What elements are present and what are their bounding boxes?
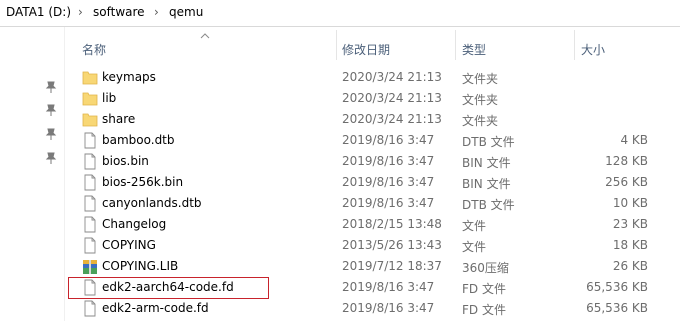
- folder-icon: [82, 113, 98, 127]
- file-date: 2020/3/24 21:13: [342, 70, 442, 84]
- folder-icon: [82, 92, 98, 106]
- file-date: 2019/8/16 3:47: [342, 280, 435, 294]
- file-name: Changelog: [102, 217, 167, 231]
- file-date: 2020/3/24 21:13: [342, 91, 442, 105]
- navigation-pane[interactable]: [0, 27, 65, 321]
- pin-icon[interactable]: [44, 103, 58, 117]
- archive-icon: [83, 260, 97, 274]
- file-date: 2019/8/16 3:47: [342, 175, 435, 189]
- file-date: 2018/2/15 13:48: [342, 217, 442, 231]
- file-size: 65,536 KB: [586, 301, 648, 315]
- file-type: BIN 文件: [462, 156, 511, 170]
- file-size: 26 KB: [612, 259, 648, 273]
- file-name: keymaps: [102, 70, 156, 84]
- sort-ascending-icon: [200, 33, 210, 39]
- folder-icon: [82, 71, 98, 85]
- file-date: 2020/3/24 21:13: [342, 112, 442, 126]
- file-name: COPYING.LIB: [102, 259, 179, 273]
- file-icon: [84, 300, 96, 317]
- file-size: 4 KB: [620, 133, 648, 147]
- breadcrumb-separator[interactable]: ›: [154, 5, 159, 19]
- file-type: FD 文件: [462, 282, 506, 296]
- file-name: bios.bin: [102, 154, 149, 168]
- file-row-lib[interactable]: lib 2020/3/24 21:13 文件夹: [70, 88, 660, 109]
- breadcrumb-qemu[interactable]: qemu: [169, 5, 203, 19]
- file-icon: [84, 174, 96, 191]
- file-icon: [84, 237, 96, 254]
- file-row-share[interactable]: share 2020/3/24 21:13 文件夹: [70, 109, 660, 130]
- file-icon: [84, 195, 96, 212]
- file-type: DTB 文件: [462, 198, 515, 212]
- column-header-name[interactable]: 名称: [82, 41, 106, 58]
- file-type: DTB 文件: [462, 135, 515, 149]
- column-divider[interactable]: [574, 30, 575, 60]
- pin-icon[interactable]: [44, 127, 58, 141]
- breadcrumb-software[interactable]: software: [93, 5, 145, 19]
- file-name: lib: [102, 91, 117, 105]
- column-header-type[interactable]: 类型: [462, 41, 486, 58]
- file-date: 2019/8/16 3:47: [342, 154, 435, 168]
- file-size: 128 KB: [605, 154, 648, 168]
- file-row-edk2-arm-code-fd[interactable]: edk2-arm-code.fd 2019/8/16 3:47 FD 文件 65…: [70, 298, 660, 319]
- file-date: 2019/8/16 3:47: [342, 133, 435, 147]
- file-date: 2019/7/12 18:37: [342, 259, 442, 273]
- highlight-annotation-box: [68, 277, 269, 299]
- column-header-date[interactable]: 修改日期: [342, 41, 390, 58]
- address-bar[interactable]: DATA1 (D:) › software › qemu: [0, 0, 680, 27]
- file-type: 文件夹: [462, 114, 499, 128]
- file-size: 10 KB: [612, 196, 648, 210]
- file-row-bios-bin[interactable]: bios.bin 2019/8/16 3:47 BIN 文件 128 KB: [70, 151, 660, 172]
- file-row-changelog[interactable]: Changelog 2018/2/15 13:48 文件 23 KB: [70, 214, 660, 235]
- file-row-keymaps[interactable]: keymaps 2020/3/24 21:13 文件夹: [70, 67, 660, 88]
- file-icon: [84, 153, 96, 170]
- column-divider[interactable]: [455, 30, 456, 60]
- file-date: 2019/8/16 3:47: [342, 301, 435, 315]
- file-date: 2013/5/26 13:43: [342, 238, 442, 252]
- file-size: 18 KB: [612, 238, 648, 252]
- file-row-canyonlands-dtb[interactable]: canyonlands.dtb 2019/8/16 3:47 DTB 文件 10…: [70, 193, 660, 214]
- breadcrumb-separator[interactable]: ›: [78, 5, 83, 19]
- file-date: 2019/8/16 3:47: [342, 196, 435, 210]
- file-name: COPYING: [102, 238, 156, 252]
- file-icon: [84, 132, 96, 149]
- file-row-copying[interactable]: COPYING 2013/5/26 13:43 文件 18 KB: [70, 235, 660, 256]
- file-size: 256 KB: [605, 175, 648, 189]
- file-size: 23 KB: [612, 217, 648, 231]
- file-type: FD 文件: [462, 303, 506, 317]
- breadcrumb-drive[interactable]: DATA1 (D:): [6, 5, 71, 19]
- column-header-size[interactable]: 大小: [581, 41, 605, 58]
- pin-icon[interactable]: [44, 80, 58, 94]
- file-icon: [84, 216, 96, 233]
- column-divider[interactable]: [336, 30, 337, 60]
- file-name: share: [102, 112, 136, 126]
- file-type: 文件: [462, 240, 487, 254]
- file-type: BIN 文件: [462, 177, 511, 191]
- file-row-bamboo-dtb[interactable]: bamboo.dtb 2019/8/16 3:47 DTB 文件 4 KB: [70, 130, 660, 151]
- file-row-bios-256k-bin[interactable]: bios-256k.bin 2019/8/16 3:47 BIN 文件 256 …: [70, 172, 660, 193]
- file-type: 文件夹: [462, 93, 499, 107]
- file-name: bios-256k.bin: [102, 175, 184, 189]
- file-type: 文件夹: [462, 72, 499, 86]
- file-name: canyonlands.dtb: [102, 196, 202, 210]
- file-type: 文件: [462, 219, 487, 233]
- file-name: bamboo.dtb: [102, 133, 175, 147]
- file-row-copying-lib[interactable]: COPYING.LIB 2019/7/12 18:37 360压缩 26 KB: [70, 256, 660, 277]
- file-size: 65,536 KB: [586, 280, 648, 294]
- file-type: 360压缩: [462, 261, 509, 275]
- pin-icon[interactable]: [44, 151, 58, 165]
- file-name: edk2-arm-code.fd: [102, 301, 209, 315]
